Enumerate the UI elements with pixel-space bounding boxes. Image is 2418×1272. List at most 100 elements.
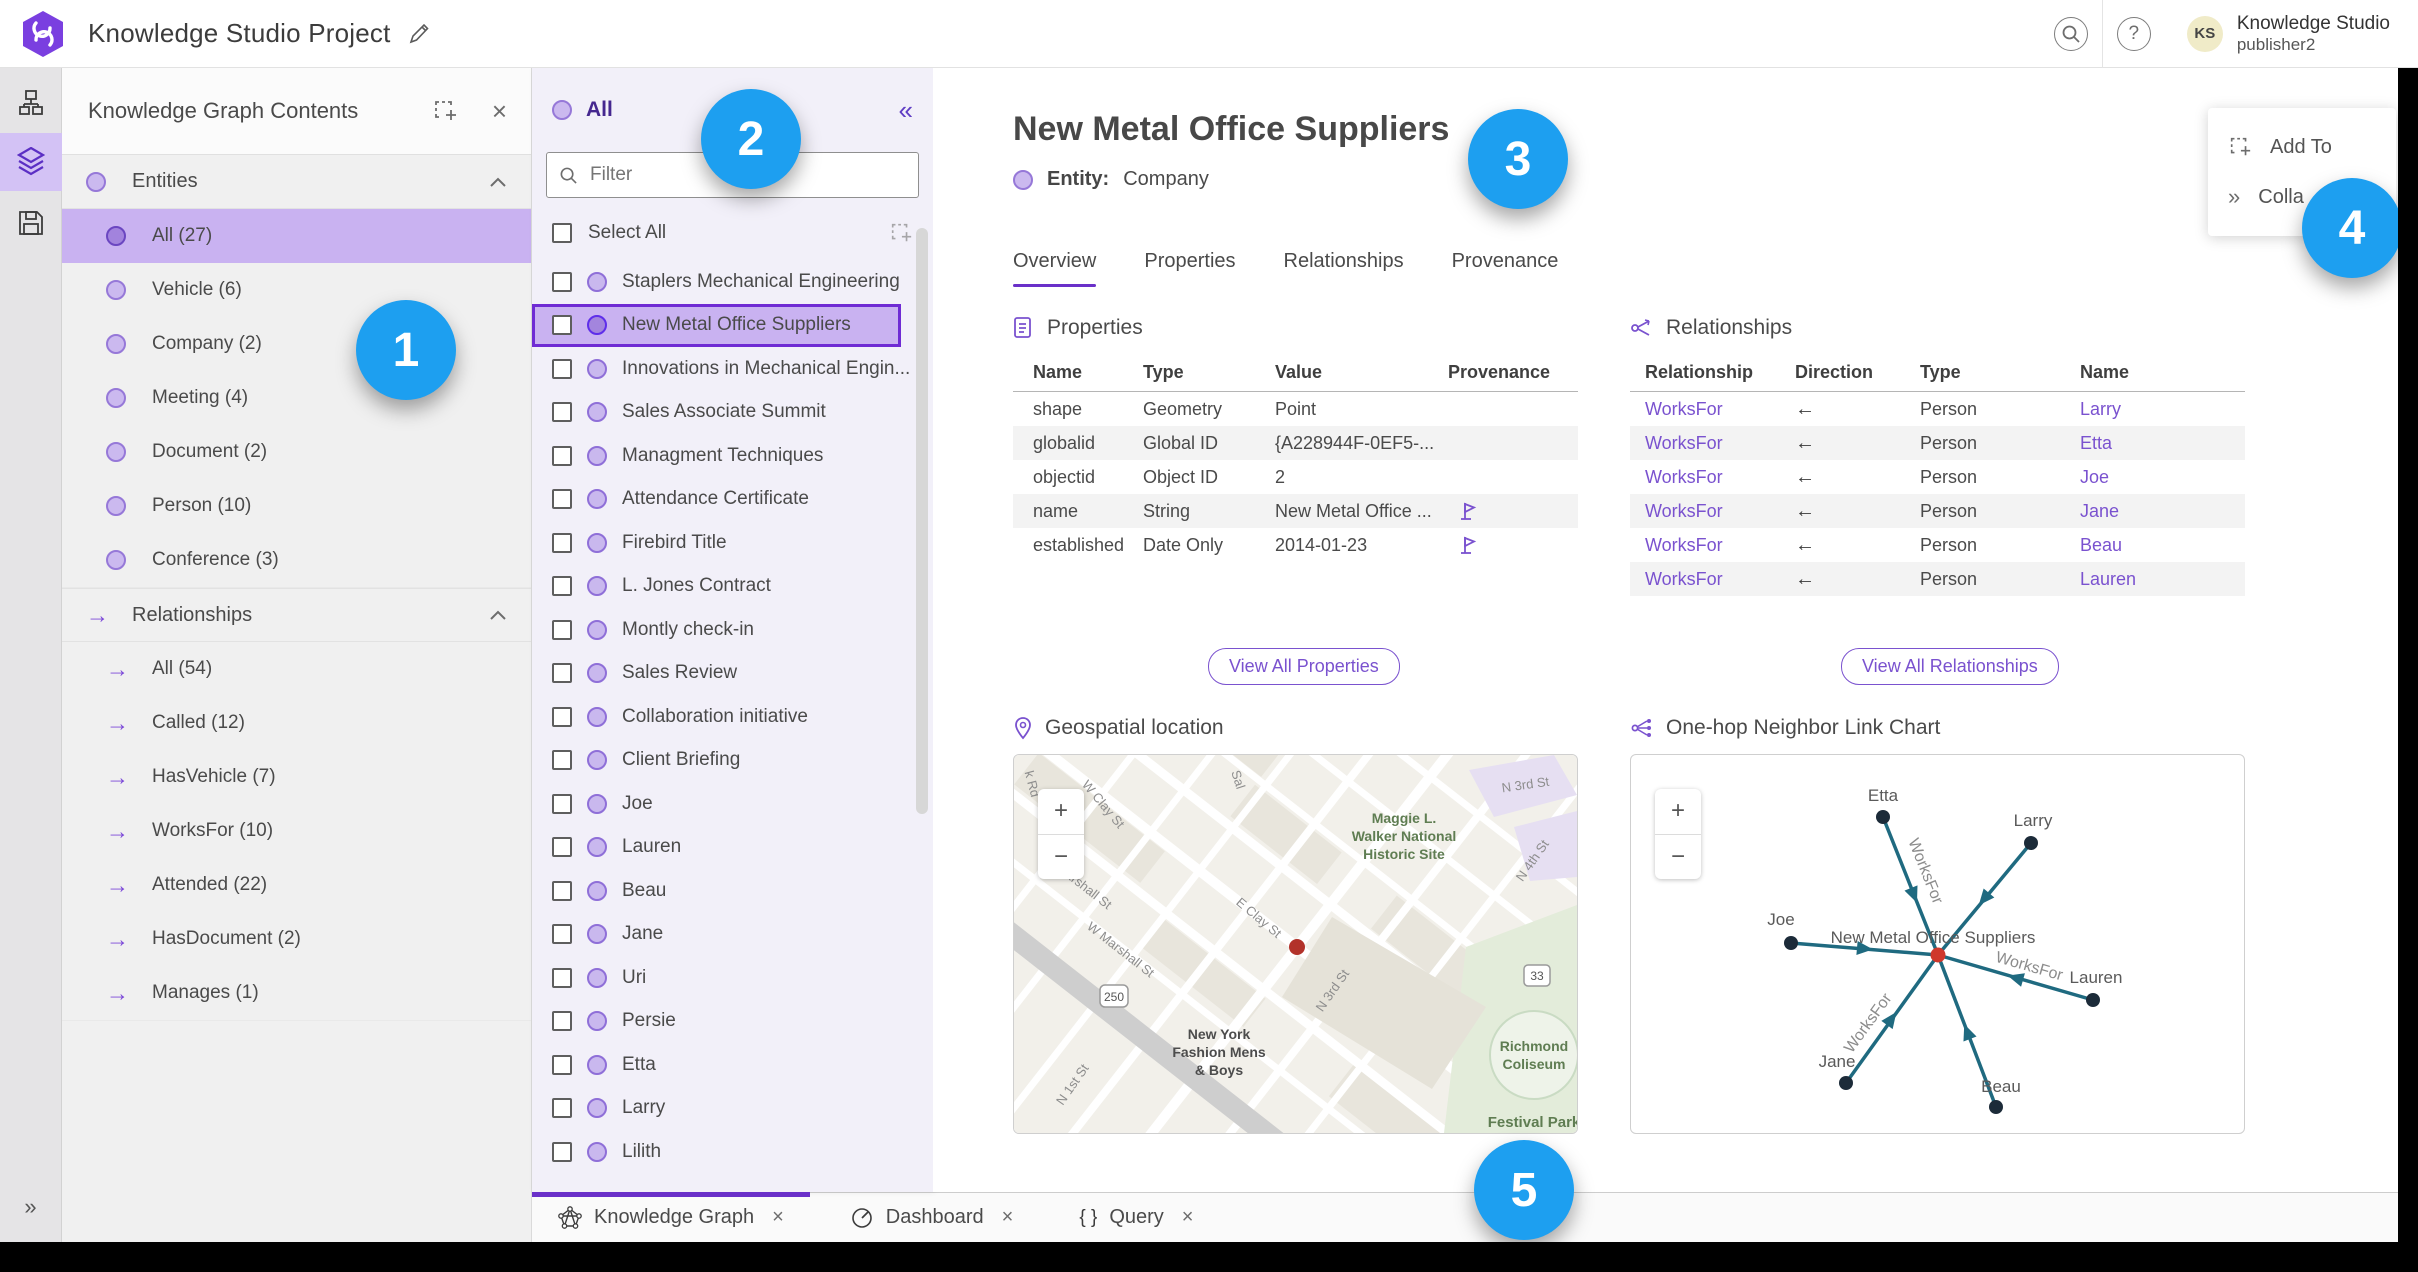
entity-link[interactable]: Lauren xyxy=(2080,569,2136,590)
list-item[interactable]: Firebird Title xyxy=(532,521,933,565)
link-chart[interactable]: + − WorksFor WorksFor WorksFor Etta Larr… xyxy=(1630,754,2245,1134)
zoom-in-button[interactable]: + xyxy=(1655,789,1701,835)
list-item[interactable]: L. Jones Contract xyxy=(532,565,933,609)
provenance-flag-icon[interactable] xyxy=(1460,501,1477,521)
schema-icon[interactable] xyxy=(18,90,44,116)
list-item[interactable]: Lilith xyxy=(532,1130,933,1174)
item-checkbox[interactable] xyxy=(552,837,572,858)
view-all-properties-button[interactable]: View All Properties xyxy=(1208,648,1400,685)
item-checkbox[interactable] xyxy=(552,271,572,292)
list-item[interactable]: Managment Techniques xyxy=(532,434,933,478)
zoom-out-button[interactable]: − xyxy=(1038,835,1084,880)
node-larry[interactable] xyxy=(2024,836,2038,850)
list-item[interactable]: Etta xyxy=(532,1043,933,1087)
zoom-out-button[interactable]: − xyxy=(1655,835,1701,880)
sidebar-item-called[interactable]: → Called (12) xyxy=(62,696,531,750)
relationship-link[interactable]: WorksFor xyxy=(1630,501,1795,522)
entity-link[interactable]: Etta xyxy=(2080,433,2112,454)
geospatial-map[interactable]: + − k Rd W Clay St Sal arshall St W Mars… xyxy=(1013,754,1578,1134)
sidebar-item-conference[interactable]: Conference (3) xyxy=(62,533,531,587)
sidebar-item-meeting[interactable]: Meeting (4) xyxy=(62,371,531,425)
entity-link[interactable]: Joe xyxy=(2080,467,2109,488)
list-item[interactable]: Sales Review xyxy=(532,652,933,696)
item-checkbox[interactable] xyxy=(552,880,572,901)
help-button[interactable]: ? xyxy=(2116,16,2151,51)
close-panel-icon[interactable]: × xyxy=(492,98,507,124)
node-lauren[interactable] xyxy=(2086,993,2100,1007)
scrollbar-thumb[interactable] xyxy=(916,228,928,814)
search-button[interactable] xyxy=(2053,16,2088,51)
add-to-new-icon[interactable] xyxy=(889,221,913,245)
relationship-link[interactable]: WorksFor xyxy=(1630,569,1795,590)
save-icon[interactable] xyxy=(18,210,44,236)
avatar[interactable]: KS xyxy=(2186,15,2223,52)
list-item[interactable]: Sales Associate Summit xyxy=(532,391,933,435)
sidebar-item-attended[interactable]: → Attended (22) xyxy=(62,858,531,912)
relationship-link[interactable]: WorksFor xyxy=(1630,467,1795,488)
tab-knowledge-graph[interactable]: Knowledge Graph × xyxy=(532,1192,810,1242)
item-checkbox[interactable] xyxy=(552,663,572,684)
sidebar-item-manages[interactable]: → Manages (1) xyxy=(62,966,531,1020)
list-item[interactable]: Staplers Mechanical Engineering xyxy=(532,260,933,304)
close-tab-icon[interactable]: × xyxy=(772,1206,784,1229)
list-item[interactable]: Uri xyxy=(532,956,933,1000)
tab-query[interactable]: { } Query × xyxy=(1053,1193,1219,1242)
list-item[interactable]: Beau xyxy=(532,869,933,913)
list-item[interactable]: Montly check-in xyxy=(532,608,933,652)
edit-title-pencil-icon[interactable] xyxy=(407,22,431,46)
tab-provenance[interactable]: Provenance xyxy=(1452,250,1559,287)
item-checkbox[interactable] xyxy=(552,445,572,466)
add-to-new-icon[interactable] xyxy=(432,98,458,124)
sidebar-item-vehicle[interactable]: Vehicle (6) xyxy=(62,263,531,317)
item-checkbox[interactable] xyxy=(552,315,572,336)
node-joe[interactable] xyxy=(1784,936,1798,950)
close-tab-icon[interactable]: × xyxy=(1182,1206,1194,1229)
item-checkbox[interactable] xyxy=(552,619,572,640)
item-checkbox[interactable] xyxy=(552,576,572,597)
tab-properties[interactable]: Properties xyxy=(1144,250,1235,287)
sidebar-item-entities-all[interactable]: All (27) xyxy=(62,209,531,263)
item-checkbox[interactable] xyxy=(552,1011,572,1032)
list-item-selected[interactable]: New Metal Office Suppliers xyxy=(532,303,901,347)
add-to-menu-item[interactable]: Add To xyxy=(2208,122,2396,172)
expand-rail-button[interactable]: » xyxy=(24,1194,36,1220)
item-checkbox[interactable] xyxy=(552,967,572,988)
list-item[interactable]: Attendance Certificate xyxy=(532,478,933,522)
node-etta[interactable] xyxy=(1876,810,1890,824)
zoom-in-button[interactable]: + xyxy=(1038,789,1084,835)
entity-link[interactable]: Beau xyxy=(2080,535,2122,556)
chevron-up-icon[interactable] xyxy=(489,176,507,188)
entity-link[interactable]: Larry xyxy=(2080,399,2121,420)
layers-icon[interactable] xyxy=(16,147,45,177)
item-checkbox[interactable] xyxy=(552,358,572,379)
view-all-relationships-button[interactable]: View All Relationships xyxy=(1841,648,2059,685)
list-item[interactable]: Larry xyxy=(532,1087,933,1131)
node-beau[interactable] xyxy=(1989,1100,2003,1114)
item-checkbox[interactable] xyxy=(552,793,572,814)
item-checkbox[interactable] xyxy=(552,1054,572,1075)
relationships-section-header[interactable]: → Relationships xyxy=(62,588,531,642)
sidebar-item-person[interactable]: Person (10) xyxy=(62,479,531,533)
account-info[interactable]: Knowledge Studio publisher2 xyxy=(2237,13,2390,54)
sidebar-item-hasvehicle[interactable]: → HasVehicle (7) xyxy=(62,750,531,804)
collapse-panel-icon[interactable]: « xyxy=(899,95,913,126)
relationship-link[interactable]: WorksFor xyxy=(1630,399,1795,420)
item-checkbox[interactable] xyxy=(552,924,572,945)
item-checkbox[interactable] xyxy=(552,532,572,553)
tab-dashboard[interactable]: Dashboard × xyxy=(824,1193,1040,1242)
item-checkbox[interactable] xyxy=(552,1098,572,1119)
item-checkbox[interactable] xyxy=(552,489,572,510)
list-item[interactable]: Client Briefing xyxy=(532,739,933,783)
select-all-checkbox[interactable] xyxy=(552,223,572,243)
item-checkbox[interactable] xyxy=(552,706,572,727)
entity-link[interactable]: Jane xyxy=(2080,501,2119,522)
list-item[interactable]: Jane xyxy=(532,913,933,957)
list-item[interactable]: Collaboration initiative xyxy=(532,695,933,739)
node-center[interactable] xyxy=(1930,947,1946,963)
relationship-link[interactable]: WorksFor xyxy=(1630,433,1795,454)
sidebar-item-worksfor[interactable]: → WorksFor (10) xyxy=(62,804,531,858)
list-item[interactable]: Lauren xyxy=(532,826,933,870)
item-checkbox[interactable] xyxy=(552,750,572,771)
sidebar-item-rel-all[interactable]: → All (54) xyxy=(62,642,531,696)
list-item[interactable]: Joe xyxy=(532,782,933,826)
